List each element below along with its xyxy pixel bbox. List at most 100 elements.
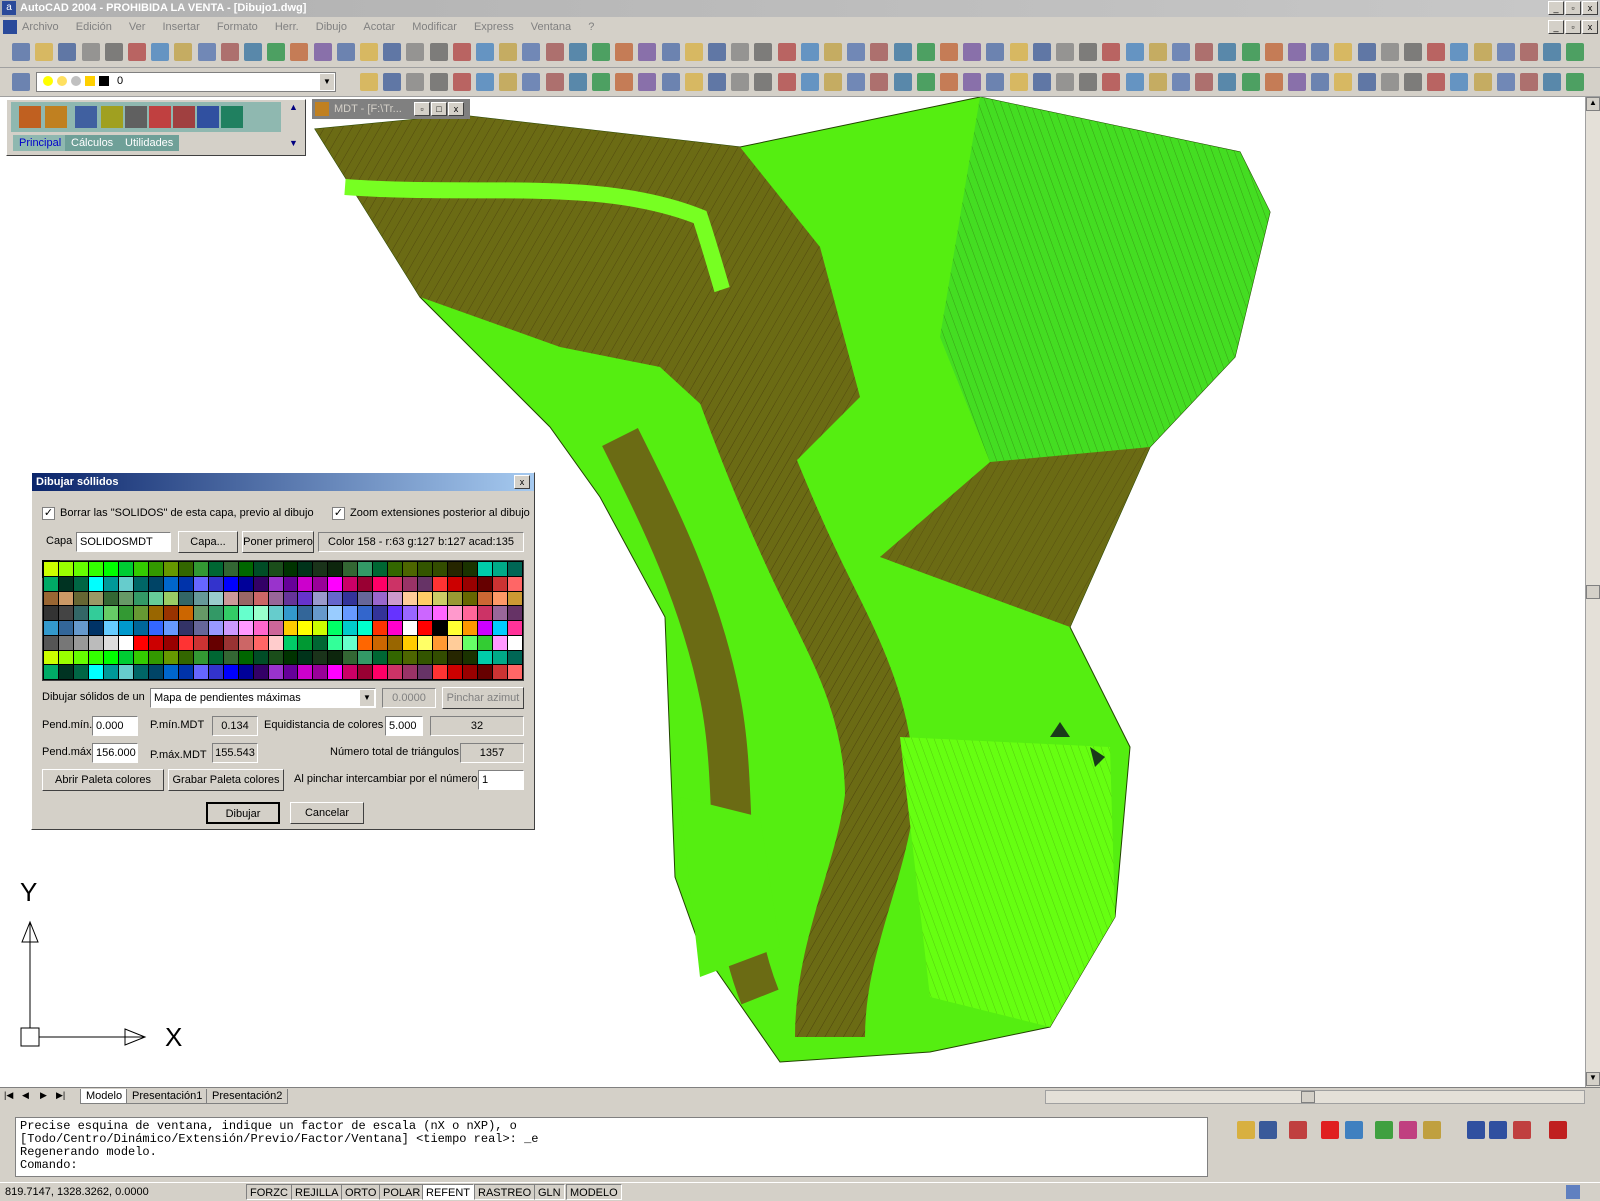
color-swatch[interactable] xyxy=(283,621,298,635)
mdt-tool-icon[interactable] xyxy=(101,106,123,128)
mdt-window-title[interactable]: MDT - [F:\Tr... ▫ □ x xyxy=(312,99,470,119)
color-swatch[interactable] xyxy=(343,621,358,635)
color-swatch[interactable] xyxy=(478,650,493,665)
toolbar-icon[interactable] xyxy=(800,73,819,91)
color-swatch[interactable] xyxy=(193,650,208,665)
toolbar-icon[interactable] xyxy=(893,73,912,91)
toolbar-icon[interactable] xyxy=(684,73,703,91)
color-swatch[interactable] xyxy=(373,650,388,665)
toolbar-icon[interactable] xyxy=(1357,73,1376,91)
color-swatch[interactable] xyxy=(313,621,328,635)
menu-ventana[interactable]: Ventana xyxy=(531,21,571,33)
color-swatch[interactable] xyxy=(463,650,478,665)
color-swatch[interactable] xyxy=(508,591,522,606)
toolbar-icon[interactable] xyxy=(940,73,958,91)
toolbar-icon[interactable] xyxy=(1543,43,1562,61)
scroll-thumb[interactable] xyxy=(1586,585,1600,599)
color-swatch[interactable] xyxy=(238,591,253,606)
color-swatch[interactable] xyxy=(178,576,193,591)
color-swatch[interactable] xyxy=(283,562,298,576)
close-button[interactable]: x xyxy=(1582,1,1598,15)
color-swatch[interactable] xyxy=(298,635,313,650)
color-swatch[interactable] xyxy=(58,562,73,576)
color-swatch[interactable] xyxy=(298,562,313,576)
color-swatch[interactable] xyxy=(103,591,118,606)
text-style-icon[interactable] xyxy=(1289,1121,1307,1139)
color-swatch[interactable] xyxy=(193,621,208,635)
toolbar-icon[interactable] xyxy=(1473,43,1492,61)
color-swatch[interactable] xyxy=(238,635,253,650)
color-swatch[interactable] xyxy=(163,635,178,650)
color-swatch[interactable] xyxy=(328,635,343,650)
color-swatch[interactable] xyxy=(238,562,253,576)
toolbar-icon[interactable] xyxy=(731,43,750,61)
toolbar-icon[interactable] xyxy=(360,73,378,91)
toolbar-icon[interactable] xyxy=(824,73,842,91)
save-icon[interactable] xyxy=(1259,1121,1277,1139)
toolbar-icon[interactable] xyxy=(1520,73,1538,91)
color-swatch[interactable] xyxy=(403,576,418,591)
toolbar-icon[interactable] xyxy=(870,73,889,91)
color-swatch[interactable] xyxy=(358,650,373,665)
color-swatch[interactable] xyxy=(253,591,268,606)
color-swatch[interactable] xyxy=(403,650,418,665)
color-swatch[interactable] xyxy=(373,635,388,650)
color-swatch[interactable] xyxy=(268,576,283,591)
toolbar-icon[interactable] xyxy=(1450,73,1469,91)
mode-refent[interactable]: REFENT xyxy=(422,1184,474,1200)
color-swatch[interactable] xyxy=(58,650,73,665)
menu-ver[interactable]: Ver xyxy=(129,21,146,33)
next-tab-icon[interactable]: ▶ xyxy=(40,1090,47,1101)
toolbar-icon[interactable] xyxy=(522,43,541,61)
color-swatch[interactable] xyxy=(73,621,88,635)
color-swatch[interactable] xyxy=(418,650,433,665)
color-swatch[interactable] xyxy=(253,576,268,591)
toolbar-icon[interactable] xyxy=(1288,73,1306,91)
color-swatch[interactable] xyxy=(103,576,118,591)
color-swatch[interactable] xyxy=(343,576,358,591)
toolbar-icon[interactable] xyxy=(754,73,773,91)
color-swatch[interactable] xyxy=(418,591,433,606)
autocad-icon[interactable]: a xyxy=(2,1,16,15)
color-swatch[interactable] xyxy=(433,621,448,635)
toolbar-icon[interactable] xyxy=(1079,43,1098,61)
color-swatch[interactable] xyxy=(223,606,238,620)
color-swatch[interactable] xyxy=(433,576,448,591)
color-swatch[interactable] xyxy=(388,635,403,650)
color-swatch[interactable] xyxy=(373,606,388,620)
color-swatch[interactable] xyxy=(418,576,433,591)
color-swatch[interactable] xyxy=(73,635,88,650)
color-swatch[interactable] xyxy=(478,591,493,606)
color-swatch[interactable] xyxy=(448,576,463,591)
color-swatch[interactable] xyxy=(493,562,508,576)
color-swatch[interactable] xyxy=(148,576,163,591)
toolbar-icon[interactable] xyxy=(383,43,402,61)
color-swatch[interactable] xyxy=(118,606,133,620)
color-swatch[interactable] xyxy=(313,606,328,620)
color-swatch[interactable] xyxy=(388,621,403,635)
mdt-tool-icon[interactable] xyxy=(45,106,67,128)
menu-herr[interactable]: Herr. xyxy=(275,21,299,33)
color-swatch[interactable] xyxy=(88,591,103,606)
toolbar-icon[interactable] xyxy=(592,73,610,91)
color-swatch[interactable] xyxy=(118,576,133,591)
mdt-tool-icon[interactable] xyxy=(19,106,41,128)
color-swatch[interactable] xyxy=(463,576,478,591)
toolbar-icon[interactable] xyxy=(1380,43,1399,61)
pend-max-input[interactable]: 156.000 xyxy=(92,743,138,763)
toolbar-icon[interactable] xyxy=(1566,43,1585,61)
toolbar-icon[interactable] xyxy=(592,43,610,61)
toolbar-icon[interactable] xyxy=(1311,43,1330,61)
toolbar-icon[interactable] xyxy=(35,43,54,61)
toolbar-scroll[interactable]: ▲ ▼ xyxy=(287,102,301,152)
color-swatch[interactable] xyxy=(463,621,478,635)
menu-formato[interactable]: Formato xyxy=(217,21,258,33)
color-swatch[interactable] xyxy=(463,635,478,650)
toolbar-icon[interactable] xyxy=(638,73,657,91)
color-swatch[interactable] xyxy=(313,665,328,679)
color-swatch[interactable] xyxy=(448,606,463,620)
toolbar-icon[interactable] xyxy=(1288,43,1306,61)
color-swatch[interactable] xyxy=(418,606,433,620)
color-swatch[interactable] xyxy=(433,650,448,665)
doc-restore-button[interactable]: ▫ xyxy=(1565,20,1581,34)
